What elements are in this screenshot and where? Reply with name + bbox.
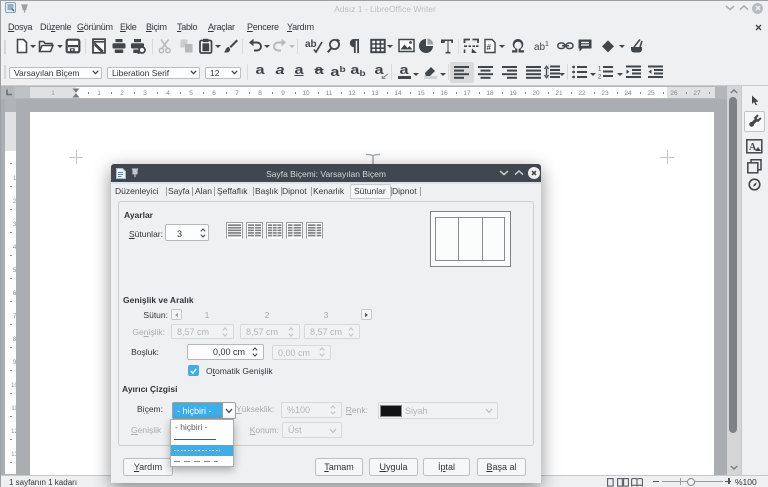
svg-text:11: 11 — [326, 90, 333, 97]
svg-text:#: # — [487, 43, 492, 52]
svg-text:26: 26 — [670, 90, 678, 97]
svg-text:12: 12 — [348, 90, 356, 97]
svg-text:23: 23 — [601, 90, 609, 97]
svg-text:2: 2 — [598, 75, 602, 80]
svg-text:1: 1 — [598, 67, 602, 73]
svg-text:ab: ab — [305, 39, 317, 50]
svg-text:2: 2 — [120, 90, 124, 97]
svg-text:10: 10 — [302, 90, 310, 97]
svg-text:7: 7 — [235, 90, 239, 97]
svg-text:6: 6 — [212, 90, 216, 97]
svg-text:22: 22 — [578, 90, 586, 97]
svg-text:1: 1 — [13, 176, 16, 182]
svg-text:25: 25 — [647, 90, 655, 97]
svg-text:9: 9 — [281, 90, 285, 97]
svg-text:ab: ab — [534, 42, 546, 53]
svg-text:21: 21 — [555, 90, 563, 97]
svg-text:20: 20 — [532, 90, 540, 97]
svg-text:24: 24 — [624, 90, 632, 97]
svg-text:1: 1 — [51, 90, 55, 97]
svg-text:17: 17 — [463, 90, 471, 97]
svg-text:8: 8 — [258, 90, 262, 97]
svg-text:5: 5 — [13, 268, 16, 274]
svg-text:18: 18 — [486, 90, 494, 97]
svg-text:27: 27 — [693, 90, 701, 97]
svg-text:12: 12 — [11, 429, 16, 435]
svg-text:1: 1 — [545, 41, 549, 48]
svg-text:4: 4 — [166, 90, 170, 97]
svg-text:6: 6 — [13, 291, 16, 297]
svg-text:11: 11 — [11, 406, 16, 412]
svg-text:13: 13 — [11, 452, 16, 458]
svg-text:13: 13 — [371, 90, 379, 97]
svg-text:3: 3 — [13, 222, 16, 228]
svg-text:9: 9 — [13, 360, 16, 366]
svg-text:15: 15 — [417, 90, 425, 97]
svg-text:5: 5 — [189, 90, 193, 97]
svg-text:4: 4 — [13, 245, 16, 251]
svg-text:2: 2 — [13, 199, 16, 205]
svg-text:A: A — [749, 142, 757, 153]
svg-text:8: 8 — [13, 337, 16, 343]
svg-text:3: 3 — [143, 90, 147, 97]
svg-text:16: 16 — [440, 90, 448, 97]
svg-text:19: 19 — [509, 90, 517, 97]
svg-text:10: 10 — [11, 383, 16, 389]
svg-text:7: 7 — [13, 314, 16, 320]
svg-text:1: 1 — [97, 90, 101, 97]
svg-text:14: 14 — [394, 90, 402, 97]
